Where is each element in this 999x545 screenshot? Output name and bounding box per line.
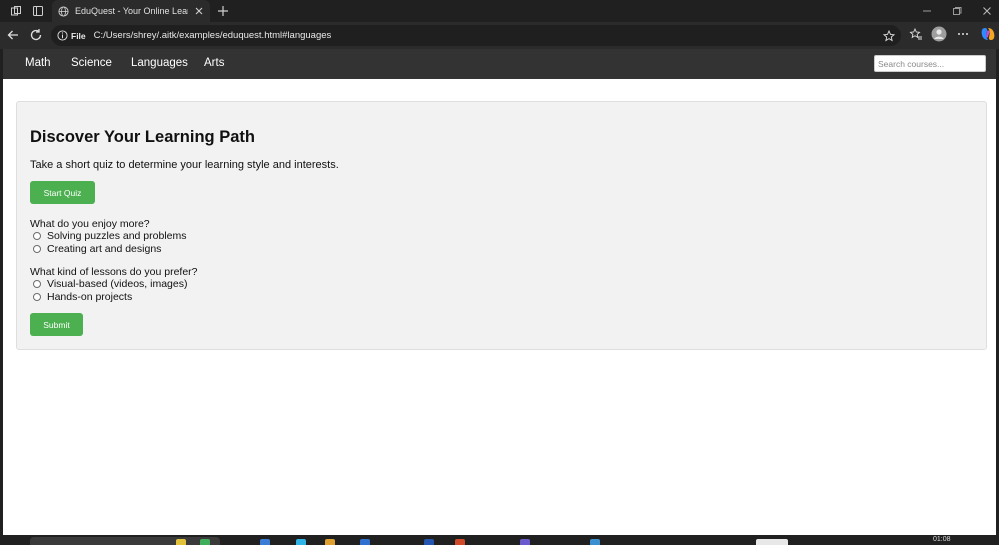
radio-button[interactable] [33, 245, 41, 253]
refresh-icon[interactable] [29, 28, 43, 42]
question-1-option-1[interactable]: Solving puzzles and problems [33, 230, 187, 242]
radio-button[interactable] [33, 280, 41, 288]
close-window-icon[interactable] [981, 5, 993, 17]
taskbar-app-icon[interactable] [520, 539, 530, 545]
page-viewport: Math Science Languages Arts Discover You… [3, 49, 996, 535]
workspaces-icon[interactable] [8, 3, 24, 19]
address-scheme: File [71, 30, 86, 41]
taskbar-search-box[interactable] [30, 537, 220, 545]
tab-actions-icon[interactable] [30, 3, 46, 19]
question-1-option-2[interactable]: Creating art and designs [33, 243, 161, 255]
browser-tab-active[interactable]: EduQuest - Your Online Learning [52, 0, 210, 22]
browser-tab-strip: EduQuest - Your Online Learning [0, 0, 999, 22]
question-2-option-2[interactable]: Hands-on projects [33, 291, 132, 303]
nav-link-languages[interactable]: Languages [131, 49, 188, 79]
taskbar-clock[interactable]: 01:08 [933, 536, 951, 543]
taskbar-app-icon[interactable] [756, 539, 788, 545]
tab-title: EduQuest - Your Online Learning [75, 6, 188, 16]
address-bar[interactable]: File C:/Users/shrey/.aitk/examples/eduqu… [51, 25, 901, 46]
nav-link-science[interactable]: Science [71, 49, 112, 79]
taskbar-app-icon[interactable] [455, 539, 465, 545]
option-label: Solving puzzles and problems [47, 230, 187, 242]
option-label: Hands-on projects [47, 291, 133, 303]
taskbar-app-icon[interactable] [590, 539, 600, 545]
taskbar-app-icon[interactable] [360, 539, 370, 545]
nav-link-math[interactable]: Math [25, 49, 51, 79]
question-2-label: What kind of lessons do you prefer? [30, 266, 198, 278]
start-quiz-button[interactable]: Start Quiz [30, 181, 95, 204]
radio-button[interactable] [33, 232, 41, 240]
taskbar-app-icon[interactable] [260, 539, 270, 545]
radio-button[interactable] [33, 293, 41, 301]
restore-icon[interactable] [951, 5, 963, 17]
nav-link-arts[interactable]: Arts [204, 49, 224, 79]
submit-button[interactable]: Submit [30, 313, 83, 336]
site-info-icon[interactable] [57, 30, 68, 41]
page-title: Discover Your Learning Path [30, 128, 255, 146]
site-nav-bar: Math Science Languages Arts [3, 49, 996, 79]
more-menu-icon[interactable] [956, 27, 970, 41]
minimize-icon[interactable] [921, 5, 933, 17]
favorite-star-icon[interactable] [883, 29, 895, 42]
question-2-option-1[interactable]: Visual-based (videos, images) [33, 278, 187, 290]
intro-text: Take a short quiz to determine your lear… [30, 159, 339, 171]
taskbar-app-icon[interactable] [200, 539, 210, 545]
close-tab-icon[interactable] [194, 6, 204, 16]
profile-avatar-icon[interactable] [931, 26, 947, 42]
os-taskbar: 01:08 [0, 535, 999, 545]
back-icon[interactable] [6, 28, 20, 42]
taskbar-app-icon[interactable] [296, 539, 306, 545]
globe-icon [58, 5, 69, 17]
taskbar-app-icon[interactable] [424, 539, 434, 545]
copilot-icon[interactable] [980, 26, 996, 42]
option-label: Creating art and designs [47, 243, 162, 255]
course-search-input[interactable] [874, 55, 986, 72]
new-tab-icon[interactable] [216, 4, 230, 18]
question-1-label: What do you enjoy more? [30, 218, 150, 230]
option-label: Visual-based (videos, images) [47, 278, 188, 290]
learning-path-card: Discover Your Learning Path Take a short… [16, 101, 987, 350]
taskbar-app-icon[interactable] [325, 539, 335, 545]
taskbar-app-icon[interactable] [176, 539, 186, 545]
favorites-icon[interactable] [909, 27, 923, 41]
address-url[interactable]: C:/Users/shrey/.aitk/examples/eduquest.h… [94, 30, 883, 41]
